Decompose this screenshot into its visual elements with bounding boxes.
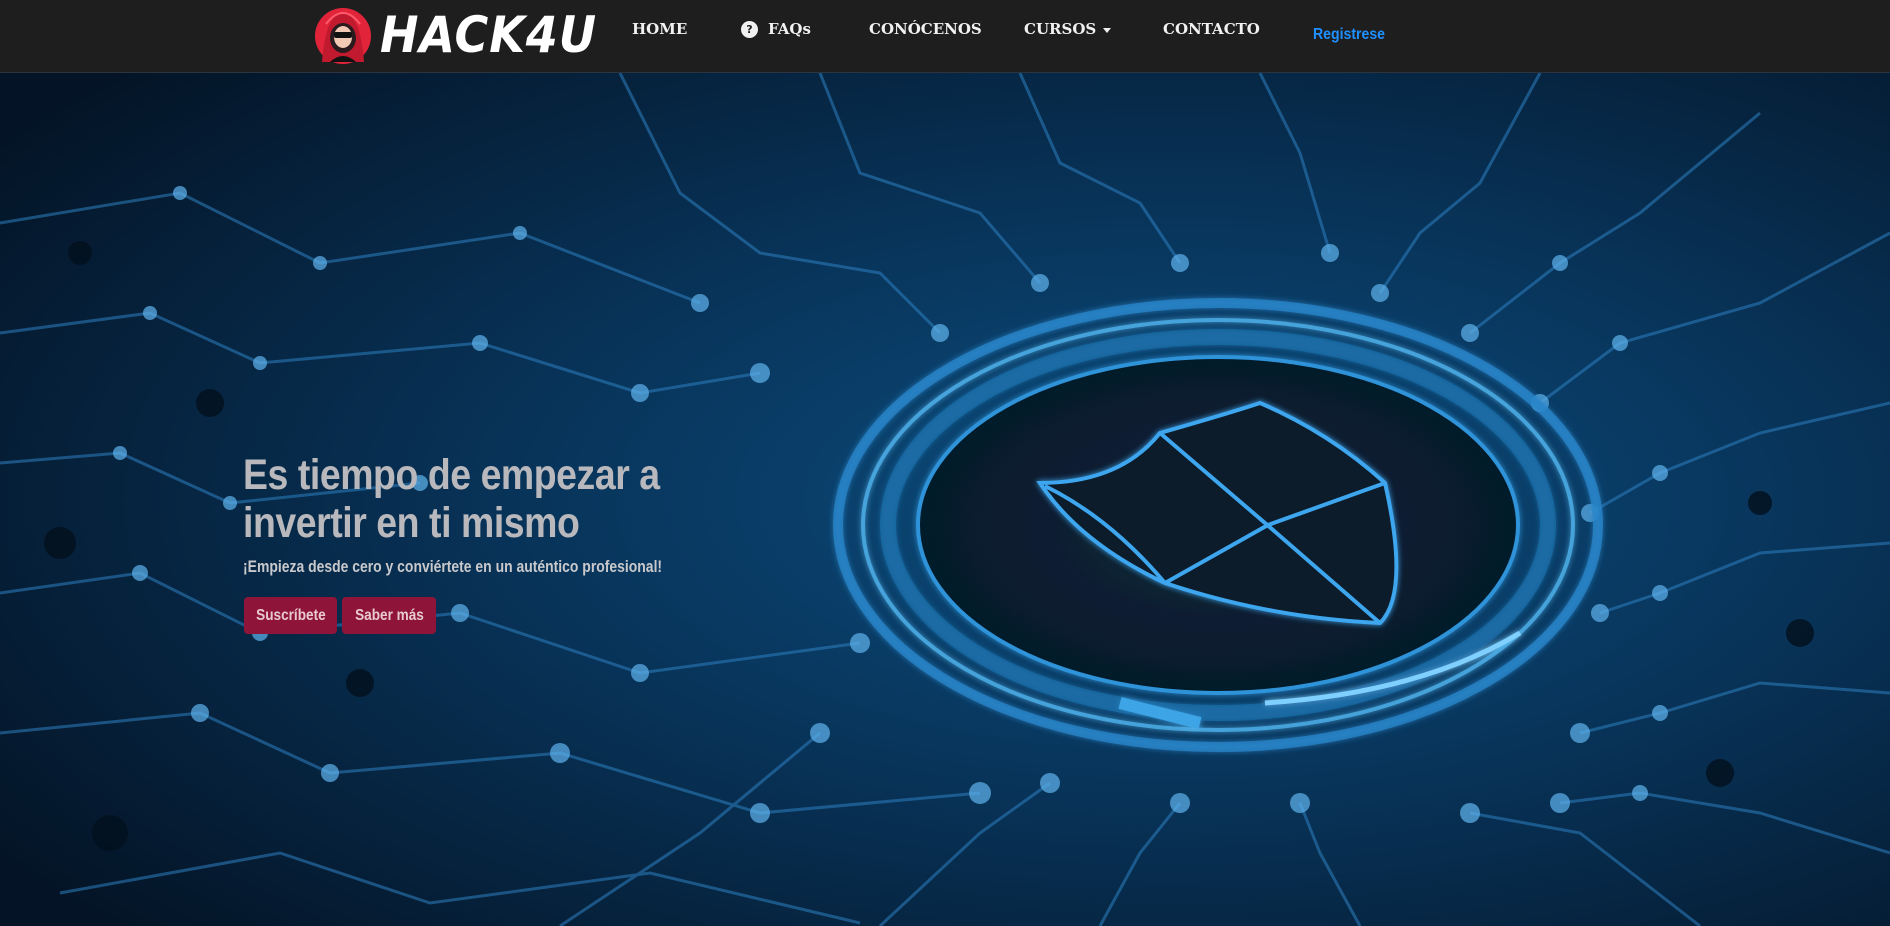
nav-cursos-label: CURSOS [1024, 20, 1097, 38]
nav-home-link[interactable]: HOME [632, 18, 687, 40]
top-navbar: HACK4U HOME ? FAQs CONÓCENOS CURSOS CONT… [0, 0, 1890, 73]
nav-conocenos-link[interactable]: CONÓCENOS [869, 18, 982, 40]
learn-more-button[interactable]: Saber más [342, 597, 436, 634]
learn-more-button-label: Saber más [354, 606, 424, 624]
hero-banner: Es tiempo de empezar a invertir en ti mi… [0, 73, 1890, 926]
subscribe-button-label: Suscríbete [255, 606, 326, 624]
nav-faqs-link[interactable]: ? FAQs [741, 18, 811, 40]
chevron-down-icon [1103, 27, 1112, 33]
brand-name: HACK4U [380, 6, 597, 64]
nav-contacto-link[interactable]: CONTACTO [1163, 18, 1260, 40]
hero-subtitle: ¡Empieza desde cero y conviértete en un … [243, 557, 663, 576]
nav-faqs-label: FAQs [768, 20, 811, 38]
subscribe-button[interactable]: Suscríbete [244, 597, 337, 634]
question-circle-icon: ? [741, 20, 758, 38]
brand-logo-link[interactable]: HACK4U [312, 4, 616, 66]
hooded-hacker-icon [315, 8, 371, 64]
register-link[interactable]: Registrese [1313, 25, 1385, 45]
hero-title: Es tiempo de empezar a invertir en ti mi… [243, 451, 660, 547]
nav-cursos-dropdown[interactable]: CURSOS [1024, 18, 1112, 40]
